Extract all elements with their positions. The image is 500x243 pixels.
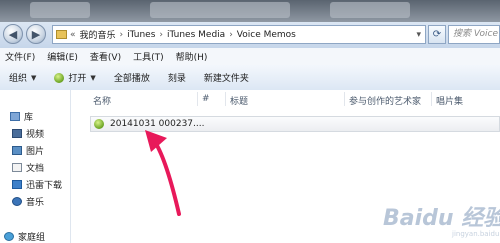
overflow-chevron-icon[interactable]: « [70,30,76,40]
burn-button[interactable]: 刻录 [159,65,195,90]
annotation-arrow-icon [145,130,181,216]
organize-button[interactable]: 组织 ▼ [0,65,45,90]
open-label: 打开 [68,74,87,84]
breadcrumb-separator-icon[interactable]: › [120,30,124,40]
menu-view[interactable]: 查看(V) [85,50,126,63]
column-header-album[interactable]: 唱片集 [436,94,463,107]
sidebar-item-label: 视频 [26,130,45,140]
column-divider[interactable] [225,92,226,106]
column-header-name[interactable]: 名称 [93,94,111,107]
refresh-button[interactable]: ⟳ [428,25,446,44]
forward-button[interactable]: ▶ [26,24,46,44]
column-header-artists[interactable]: 参与创作的艺术家 [349,94,421,107]
back-button[interactable]: ◀ [3,24,23,44]
column-divider[interactable] [197,92,198,106]
blurred-region [150,2,290,18]
sidebar-item-label: 迅雷下载 [26,181,63,191]
sidebar-item-label: 图片 [26,147,45,157]
sidebar-item-music[interactable]: 音乐 [12,195,44,208]
refresh-icon: ⟳ [432,29,442,40]
back-arrow-icon: ◀ [8,27,18,41]
address-dropdown-icon[interactable]: ▾ [416,30,421,40]
sidebar-item-documents[interactable]: 文档 [12,161,44,174]
column-divider[interactable] [344,92,345,106]
music-icon [12,197,22,206]
breadcrumb-voice-memos[interactable]: Voice Memos [237,30,296,40]
sidebar-item-label: 文档 [26,164,45,174]
sidebar-item-pictures[interactable]: 图片 [12,144,44,157]
organize-label: 组织 [9,74,28,84]
column-header-title[interactable]: 标题 [230,94,248,107]
breadcrumb-itunes-media[interactable]: iTunes Media [167,30,225,40]
open-button[interactable]: 打开 ▼ [45,65,104,90]
forward-arrow-icon: ▶ [31,27,41,41]
column-divider[interactable] [431,92,432,106]
sidebar-item-library[interactable]: 库 [10,110,33,123]
window-top-strip [0,0,500,22]
watermark: Baidu 经验 [383,206,500,231]
menu-tools[interactable]: 工具(T) [128,50,169,63]
breadcrumb-itunes[interactable]: iTunes [127,30,155,40]
navigation-bar: ◀ ▶ « 我的音乐 › iTunes › iTunes Media › Voi… [0,22,500,49]
itunes-icon [54,72,65,83]
command-toolbar: 组织 ▼ 打开 ▼ 全部播放 刻录 新建文件夹 [0,65,500,91]
breadcrumb-separator-icon[interactable]: › [159,30,163,40]
new-folder-button[interactable]: 新建文件夹 [195,65,258,90]
sidebar-item-label: 音乐 [26,198,45,208]
sidebar-item-label: 库 [24,113,34,123]
play-all-button[interactable]: 全部播放 [105,65,159,90]
navigation-pane: 库 视频 图片 文档 迅雷下载 音乐 家庭组 [0,90,71,243]
search-input[interactable]: 搜索 Voice M [448,25,500,44]
address-bar[interactable]: « 我的音乐 › iTunes › iTunes Media › Voice M… [52,25,426,44]
blurred-region [30,2,90,18]
sidebar-item-homegroup[interactable]: 家庭组 [4,230,45,243]
menu-file[interactable]: 文件(F) [0,50,40,63]
thunder-download-icon [12,180,22,189]
menu-bar: 文件(F) 编辑(E) 查看(V) 工具(T) 帮助(H) [0,48,500,66]
chevron-down-icon: ▼ [31,73,37,82]
column-header-number[interactable]: # [202,94,210,104]
breadcrumb-separator-icon[interactable]: › [229,30,233,40]
menu-edit[interactable]: 编辑(E) [42,50,83,63]
document-icon [12,163,22,172]
homegroup-icon [4,232,14,241]
menu-help[interactable]: 帮助(H) [171,50,213,63]
blurred-region [330,2,410,18]
chevron-down-icon: ▼ [90,73,96,82]
sidebar-item-video[interactable]: 视频 [12,127,44,140]
audio-file-icon [94,119,104,129]
sidebar-item-thunder-download[interactable]: 迅雷下载 [12,178,62,191]
library-icon [10,112,20,121]
breadcrumb-my-music[interactable]: 我的音乐 [80,28,116,41]
picture-icon [12,146,22,155]
watermark-url: jingyan.baidu.com [452,230,500,238]
video-icon [12,129,22,138]
sidebar-item-label: 家庭组 [18,233,46,243]
folder-icon [56,30,67,39]
